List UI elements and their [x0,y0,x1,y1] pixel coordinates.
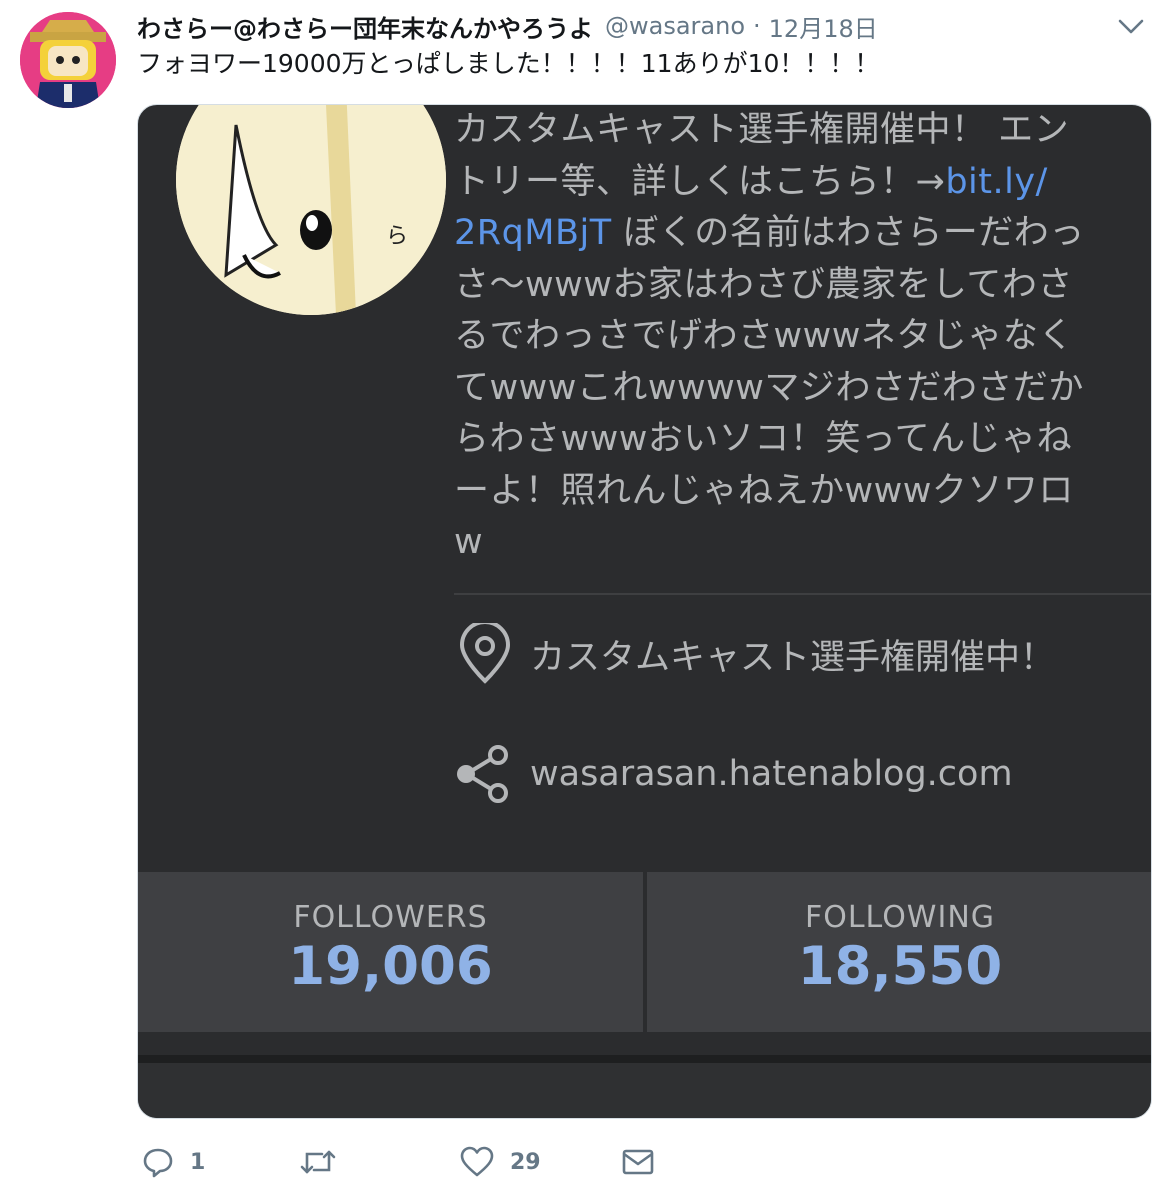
website-link[interactable]: wasarasan.hatenablog.com [530,754,1013,794]
heart-icon [460,1146,494,1178]
bio-link[interactable]: bit.ly/ [945,162,1048,202]
bio-line: 2RqMBjT ぼくの名前はわさらーだわっ [454,213,1085,253]
profile-website[interactable]: wasarasan.hatenablog.com [454,743,1013,805]
bio-line: ーよ！照れんじゃねえかwwwクソワロ [454,470,1074,511]
reply-button[interactable]: 1 [142,1140,205,1184]
tweet-text: フォヨワー19000万とっぱしました！！！！11ありが10！！！！ [137,49,880,78]
avatar-image [20,12,116,108]
following-stat[interactable]: FOLLOWING 18,550 [647,872,1151,1032]
chevron-down-icon[interactable] [1116,12,1146,42]
share-icon [454,743,516,805]
user-handle[interactable]: @wasarano [605,12,745,40]
location-text: カスタムキャスト選手権開催中！ [530,637,1056,678]
reply-count: 1 [190,1149,206,1175]
tweet-date[interactable]: 12月18日 [769,9,878,44]
profile-location: カスタムキャスト選手権開催中！ [454,623,1055,685]
cropped-list-area [138,1063,1151,1118]
divider [454,593,1151,595]
following-label: FOLLOWING [804,900,996,935]
bio-line: てwwwこれwwwwマジわさだわさだか [454,367,1084,408]
followers-count: 19,006 [288,936,493,997]
following-count: 18,550 [797,936,1003,997]
profile-bio: カスタムキャスト選手権開催中！ エン トリー等、詳しくはこちら！→bit.ly/… [454,105,1134,569]
profile-badge-text: ら [386,224,408,249]
retweet-button[interactable] [300,1140,352,1184]
bio-line: さ〜wwwお家はわさび農家をしてわさ [454,264,1073,305]
reply-icon [142,1146,174,1178]
bio-line: カスタムキャスト選手権開催中！ エン [454,110,1070,150]
retweet-icon [300,1146,336,1178]
bio-line: トリー等、詳しくはこちら！→bit.ly/ [454,161,1048,202]
tweet-header: わさらー@わさらー団年末なんかやろうよ @wasarano · 12月18日 [137,8,878,44]
bio-line: らわさwwwおいソコ！笑ってんじゃね [454,419,1073,459]
envelope-icon [622,1148,654,1176]
location-pin-icon [454,623,516,685]
like-button[interactable]: 29 [460,1140,541,1184]
tweet-media-image[interactable]: ら カスタムキャスト選手権開催中！ エン トリー等、詳しくはこちら！→bit.l… [137,104,1152,1119]
followers-stat[interactable]: FOLLOWERS 19,006 [138,872,643,1032]
bio-link[interactable]: 2RqMBjT [454,213,612,253]
tweet-actions: 1 29 [137,1140,737,1184]
bio-line: るでわっさでげわさwwwネタじゃなく [454,316,1074,356]
stats-divider [643,872,647,1032]
separator-dot: · [753,12,761,40]
bio-line: w [454,522,484,562]
avatar[interactable] [20,12,116,108]
like-count: 29 [510,1149,541,1175]
direct-message-button[interactable] [622,1140,654,1184]
display-name[interactable]: わさらー@わさらー団年末なんかやろうよ [137,9,593,44]
followers-label: FOLLOWERS [293,900,488,935]
profile-picture-fragment: ら [176,105,446,315]
divider [138,1055,1151,1063]
